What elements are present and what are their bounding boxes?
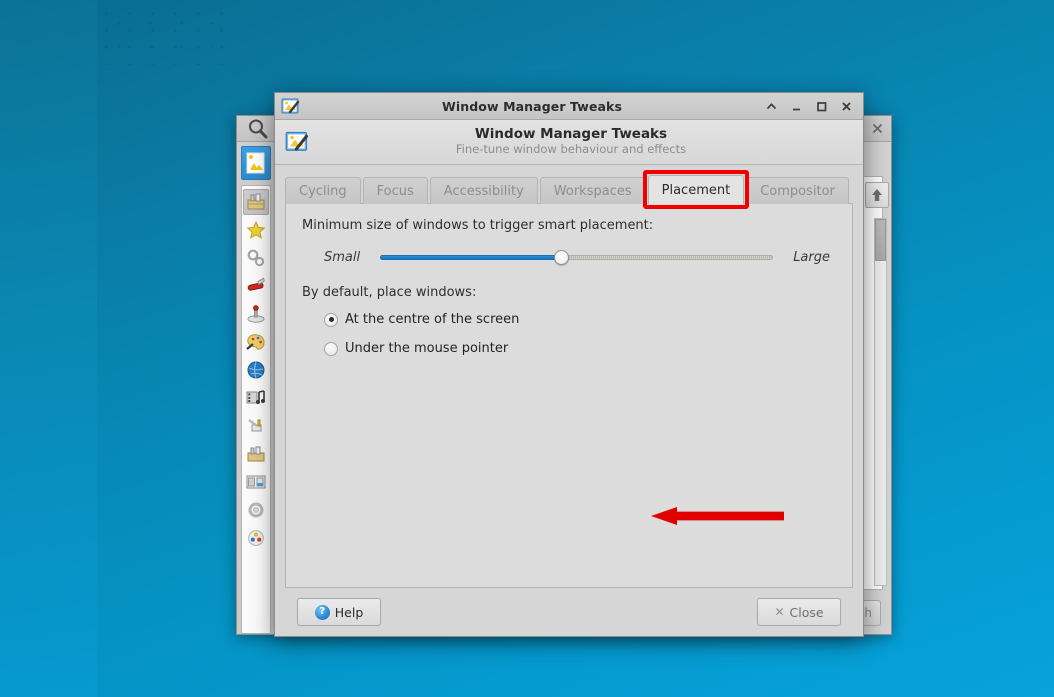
help-button[interactable]: ? Help [297,598,381,626]
dialog-main: Cycling Focus Accessibility Workspaces P… [275,165,863,636]
radio-at-centre-of-screen[interactable]: At the centre of the screen [302,312,836,327]
desktop-left-strip [0,0,97,697]
tab-placement-label: Placement [661,182,731,198]
maximize-button[interactable] [814,99,829,114]
tab-cycling[interactable]: Cycling [285,177,361,204]
sidebar-icon-list[interactable] [240,185,271,634]
settings-sidebar[interactable] [237,142,275,634]
tab-compositor-label: Compositor [760,183,835,199]
dialog-titlebar[interactable]: Window Manager Tweaks [275,93,863,120]
scrollbar-thumb[interactable] [875,219,886,261]
red-arrow-annotation [651,507,784,525]
radio-at-centre-label: At the centre of the screen [345,312,520,327]
smart-placement-label: Minimum size of windows to trigger smart… [302,218,654,233]
sidebar-item-system-tools[interactable] [243,441,269,467]
dialog-header-text: Window Manager Tweaks Fine-tune window b… [315,125,827,157]
help-button-label: Help [334,604,364,620]
smart-placement-slider[interactable] [380,247,774,267]
sidebar-item-colour-scheme[interactable] [243,525,269,551]
shade-button[interactable] [764,99,779,114]
sidebar-item-tools[interactable] [243,273,269,299]
minimize-button[interactable] [789,99,804,114]
placement-tab-panel: Minimum size of windows to trigger smart… [285,203,853,588]
radio-under-mouse-label: Under the mouse pointer [345,341,509,356]
sidebar-item-panel[interactable] [243,469,269,495]
sidebar-item-session-settings[interactable] [243,497,269,523]
window-manager-tweaks-icon [285,130,309,154]
tab-accessibility[interactable]: Accessibility [429,177,538,204]
sidebar-item-toolbox[interactable] [242,189,269,215]
slider-max-label: Large [793,249,830,265]
up-arrow-icon[interactable] [865,182,889,208]
settings-manager-scrollbar[interactable] [874,218,887,586]
window-manager-tweaks-dialog[interactable]: Window Manager Tweaks Window Manager Twe… [274,92,864,637]
dialog-header-subtitle: Fine-tune window behaviour and effects [455,142,687,157]
desktop: R ch Window Ma [0,0,1054,697]
radio-button-unselected[interactable] [324,341,338,356]
radio-button-selected[interactable] [324,312,338,327]
tab-compositor[interactable]: Compositor [746,177,849,204]
tab-workspaces-label: Workspaces [553,183,632,199]
sidebar-item-accessories[interactable] [243,413,269,439]
help-icon: ? [314,604,330,620]
dialog-header-title: Window Manager Tweaks [474,125,668,142]
sidebar-item-appearance[interactable] [243,329,269,355]
dialog-footer: ? Help ✕ Close [285,588,853,636]
sidebar-item-favourites[interactable] [243,217,269,243]
sidebar-item-joystick[interactable] [243,301,269,327]
desktop-texture [95,5,225,65]
close-button-label: Close [789,604,824,620]
window-manager-tweaks-icon [281,97,300,116]
dialog-window-buttons [764,99,860,114]
search-icon[interactable] [247,118,269,140]
dialog-title: Window Manager Tweaks [441,98,623,114]
tab-workspaces[interactable]: Workspaces [539,177,646,204]
close-dialog-button[interactable]: ✕ Close [757,598,841,626]
sidebar-selected-tile[interactable] [240,146,271,180]
slider-min-label: Small [324,249,361,265]
sidebar-item-network[interactable] [243,357,269,383]
slider-thumb[interactable] [553,250,569,265]
tab-cycling-label: Cycling [299,183,347,199]
slider-fill [380,255,561,260]
tab-focus-label: Focus [376,183,414,199]
tab-placement[interactable]: Placement [647,175,745,204]
radio-under-mouse-pointer[interactable]: Under the mouse pointer [302,341,836,356]
close-icon: ✕ [774,605,785,619]
place-windows-label: By default, place windows: [302,285,477,300]
tab-focus[interactable]: Focus [362,177,428,204]
close-button[interactable] [839,99,854,114]
tab-accessibility-label: Accessibility [443,183,524,199]
sidebar-item-multimedia[interactable] [243,385,269,411]
dialog-header: Window Manager Tweaks Fine-tune window b… [275,120,863,165]
tab-strip[interactable]: Cycling Focus Accessibility Workspaces P… [285,175,853,204]
sidebar-item-settings-gears[interactable] [243,245,269,271]
settings-manager-close-button[interactable] [870,121,885,136]
smart-placement-slider-row: Small Large [302,247,836,267]
